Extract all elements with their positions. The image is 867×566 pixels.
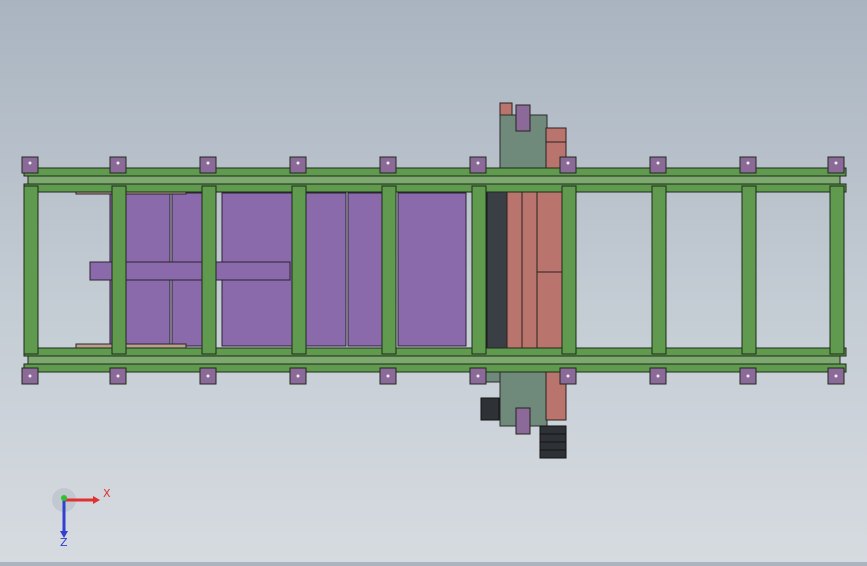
cross-member [561, 185, 577, 355]
top-bracket [199, 156, 217, 174]
bolt-hole-icon [656, 374, 660, 378]
cad-model-viewport[interactable]: X Z [0, 0, 867, 562]
cross-member [829, 185, 845, 355]
coordinate-triad: X Z [52, 487, 111, 548]
bolt-hole-icon [476, 374, 480, 378]
top-bracket [379, 156, 397, 174]
bolt-hole-icon [746, 374, 750, 378]
top-bracket [469, 156, 487, 174]
top-bracket [739, 156, 757, 174]
cross-member [201, 185, 217, 355]
bolt-hole-icon [296, 374, 300, 378]
bolt-hole-icon [746, 161, 750, 165]
top-bracket [559, 156, 577, 174]
bolt-hole-icon [386, 161, 390, 165]
cross-member [651, 185, 667, 355]
bolt-hole-icon [386, 374, 390, 378]
bolt-hole-icon [834, 374, 838, 378]
bolt-hole-icon [206, 374, 210, 378]
top-bracket [827, 156, 845, 174]
bolt-hole-icon [28, 161, 32, 165]
bottom-rail-inner [23, 347, 847, 357]
bolt-hole-icon [566, 161, 570, 165]
bolt-hole-icon [116, 161, 120, 165]
purple-panels [75, 189, 467, 349]
bolt-hole-icon [296, 161, 300, 165]
y-axis-marker-icon [61, 495, 67, 501]
top-bracket [289, 156, 307, 174]
bolt-hole-icon [206, 161, 210, 165]
bolt-hole-icon [116, 374, 120, 378]
bolt-hole-icon [656, 161, 660, 165]
top-rail-web [27, 175, 841, 185]
cross-member [471, 185, 487, 355]
bolt-hole-icon [476, 161, 480, 165]
cross-member [23, 185, 39, 355]
cross-member [291, 185, 307, 355]
x-axis-label: X [103, 487, 111, 500]
cross-member [111, 185, 127, 355]
top-bracket [21, 156, 39, 174]
z-axis-label: Z [60, 536, 68, 548]
bottom-rail-outer [23, 363, 847, 373]
top-rail-inner [23, 183, 847, 193]
top-bracket [649, 156, 667, 174]
cross-member [381, 185, 397, 355]
conveyor-frame-model[interactable] [0, 0, 867, 562]
bottom-rail-web [27, 355, 841, 365]
bolt-hole-icon [566, 374, 570, 378]
top-rail-outer [23, 167, 847, 177]
cross-member [741, 185, 757, 355]
bolt-hole-icon [834, 161, 838, 165]
top-bracket [109, 156, 127, 174]
drive-rail-assembly [473, 102, 568, 459]
bolt-hole-icon [28, 374, 32, 378]
